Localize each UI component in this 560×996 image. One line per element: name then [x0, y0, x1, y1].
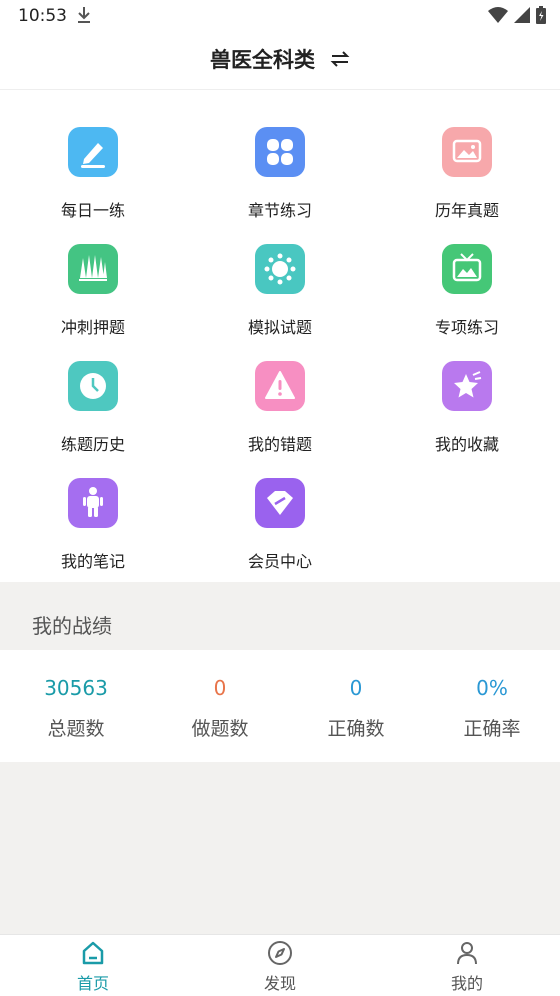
- pencil-icon: [68, 127, 118, 177]
- clock-icon: [68, 361, 118, 411]
- menu-item-past-exams[interactable]: 历年真题: [387, 127, 547, 239]
- menu-label: 练题历史: [60, 435, 125, 454]
- wifi-icon: [488, 7, 508, 23]
- stats-title: 我的战绩: [32, 614, 112, 638]
- menu-item-notes[interactable]: 我的笔记: [13, 478, 173, 590]
- compass-icon: [268, 941, 292, 965]
- stats-panel: 30563 总题数 0 做题数 0 正确数 0% 正确率: [0, 650, 560, 762]
- stats-section-header: 我的战绩: [0, 582, 560, 650]
- menu-label: 我的收藏: [434, 435, 499, 454]
- nav-label: 首页: [76, 974, 109, 993]
- menu-item-chapter-practice[interactable]: 章节练习: [200, 127, 360, 239]
- battery-icon: [536, 6, 546, 24]
- status-time: 10:53: [18, 6, 67, 26]
- stat-value: 0: [349, 676, 363, 700]
- nav-label: 发现: [263, 974, 296, 993]
- menu-label: 冲刺押题: [60, 318, 125, 337]
- menu-item-favorites[interactable]: 我的收藏: [387, 361, 547, 473]
- menu-item-daily-practice[interactable]: 每日一练: [13, 127, 173, 239]
- menu-item-history[interactable]: 练题历史: [13, 361, 173, 473]
- menu-label: 我的笔记: [60, 552, 125, 571]
- menu-item-membership[interactable]: 会员中心: [200, 478, 360, 590]
- stat-label: 总题数: [47, 718, 105, 740]
- nav-tab-discover[interactable]: 发现: [220, 935, 340, 996]
- status-bar: 10:53: [0, 0, 560, 32]
- menu-item-wrong-questions[interactable]: 我的错题: [200, 361, 360, 473]
- user-icon: [457, 942, 477, 965]
- menu-label: 章节练习: [247, 201, 312, 220]
- home-icon: [82, 941, 104, 965]
- menu-item-special-practice[interactable]: 专项练习: [387, 244, 547, 356]
- menu-label: 专项练习: [434, 318, 499, 337]
- menu-label: 会员中心: [247, 552, 312, 571]
- menu-label: 历年真题: [434, 201, 499, 220]
- forest-icon: [68, 244, 118, 294]
- nav-tab-mine[interactable]: 我的: [407, 935, 527, 996]
- download-icon: [78, 7, 90, 23]
- grid-icon: [255, 127, 305, 177]
- image-icon: [442, 127, 492, 177]
- diamond-icon: [255, 478, 305, 528]
- switch-arrows-icon[interactable]: [330, 51, 350, 67]
- menu-label: 我的错题: [247, 435, 312, 454]
- feature-grid: 每日一练 章节练习 历年真题 冲刺押题 模拟试题 专项练习 练题历史 我的错题 …: [0, 90, 560, 582]
- status-icons: [488, 6, 546, 24]
- stat-label: 正确数: [327, 718, 385, 740]
- person-icon: [68, 478, 118, 528]
- warning-icon: [255, 361, 305, 411]
- bottom-nav: 首页 发现 我的: [0, 934, 560, 996]
- sun-icon: [255, 244, 305, 294]
- stat-value: 30563: [44, 676, 108, 700]
- tv-icon: [442, 244, 492, 294]
- app-header: 兽医全科类: [0, 32, 560, 90]
- category-switcher[interactable]: 兽医全科类: [0, 44, 560, 74]
- menu-item-mock-exam[interactable]: 模拟试题: [200, 244, 360, 356]
- page-title: 兽医全科类: [209, 48, 315, 72]
- nav-label: 我的: [450, 974, 483, 993]
- stat-label: 正确率: [463, 718, 521, 740]
- stat-value: 0: [213, 676, 227, 700]
- menu-item-sprint[interactable]: 冲刺押题: [13, 244, 173, 356]
- star-icon: [442, 361, 492, 411]
- menu-label: 模拟试题: [247, 318, 312, 337]
- menu-label: 每日一练: [60, 201, 125, 220]
- stat-value: 0%: [476, 676, 508, 700]
- stat-label: 做题数: [191, 718, 249, 740]
- signal-icon: [514, 7, 530, 23]
- nav-tab-home[interactable]: 首页: [33, 935, 153, 996]
